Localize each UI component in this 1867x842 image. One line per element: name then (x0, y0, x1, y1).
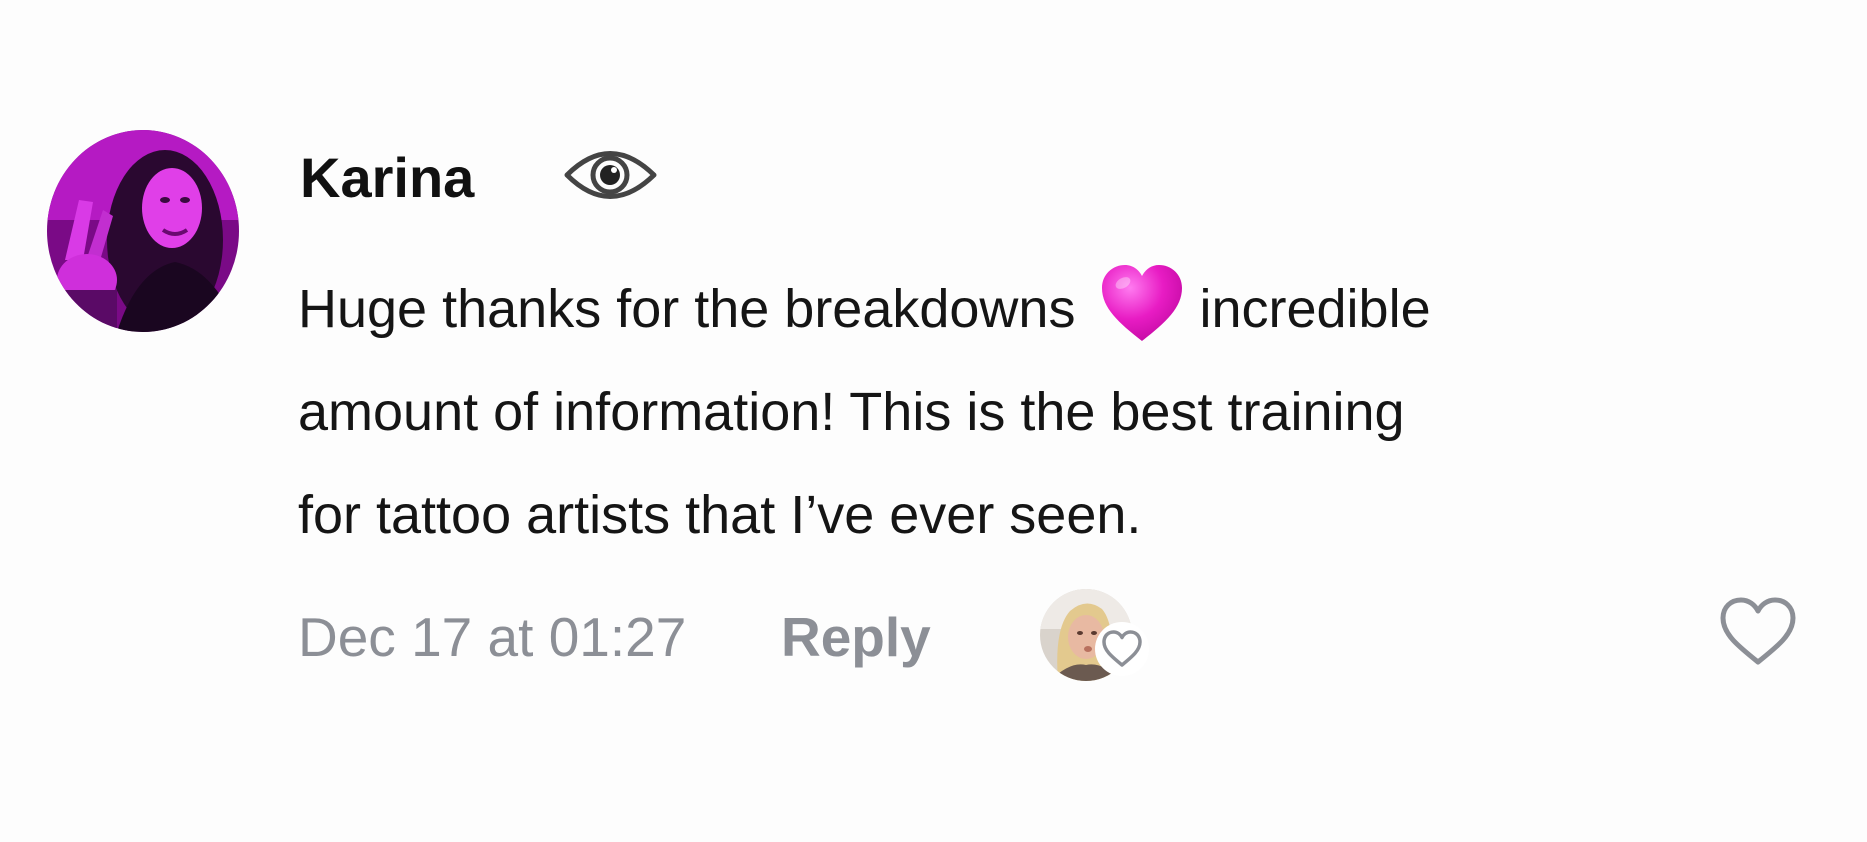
heart-outline-icon (1095, 622, 1149, 676)
comment-body: Huge thanks for the breakdowns incredible… (298, 258, 1738, 567)
comment-line: amount of information! This is the best … (298, 382, 1405, 442)
commenter-username[interactable]: Karina (300, 146, 474, 210)
like-button[interactable] (1718, 596, 1798, 668)
comment-item: Karina Huge thanks for the breakdowns inc… (0, 0, 1867, 842)
commenter-avatar[interactable] (47, 130, 239, 332)
comment-line: Huge thanks for the breakdowns incredible (298, 258, 1738, 361)
reply-button[interactable]: Reply (781, 605, 931, 669)
comment-text-segment: incredible (1199, 279, 1431, 339)
heart-outline-icon (1720, 597, 1796, 665)
comment-timestamp: Dec 17 at 01:27 (298, 606, 687, 668)
eye-icon (563, 146, 658, 204)
pink-heart-emoji-icon (1099, 261, 1185, 347)
comment-text-segment: Huge thanks for the breakdowns (298, 279, 1076, 339)
comment-line: for tattoo artists that I’ve ever seen. (298, 485, 1142, 545)
